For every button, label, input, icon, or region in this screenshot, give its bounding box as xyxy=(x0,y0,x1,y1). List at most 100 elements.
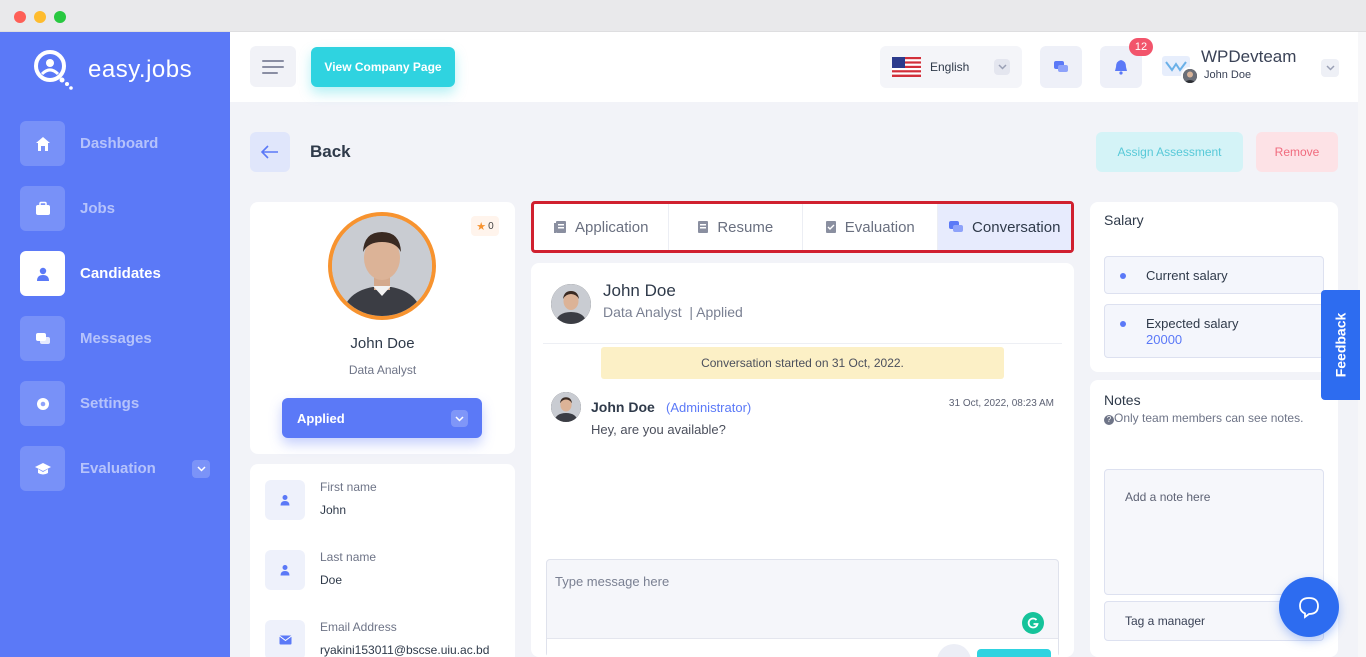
chat-icon xyxy=(20,316,65,361)
user-icon xyxy=(265,480,305,520)
messages-button[interactable] xyxy=(1040,46,1082,88)
tab-label: Conversation xyxy=(972,218,1061,236)
conversation-contact-name: John Doe xyxy=(603,281,676,300)
bullet-icon xyxy=(1120,273,1126,279)
salary-title: Salary xyxy=(1104,212,1144,228)
chevron-down-icon xyxy=(451,410,468,427)
grammarly-icon[interactable] xyxy=(1022,612,1044,634)
tab-label: Resume xyxy=(717,218,774,236)
maximize-window-button[interactable] xyxy=(54,11,66,23)
window-titlebar xyxy=(0,0,1366,32)
sidebar-item-label: Dashboard xyxy=(80,135,159,152)
message-author: John Doe xyxy=(591,399,655,415)
remove-button[interactable]: Remove xyxy=(1256,132,1338,172)
candidate-status-select[interactable]: Applied xyxy=(282,398,482,438)
app-window: easy.jobs Dashboard Jobs Candidates Mess xyxy=(0,0,1366,657)
user-menu-toggle[interactable] xyxy=(1321,59,1339,77)
message-text: Hey, are you available? xyxy=(591,422,726,437)
rating-badge[interactable]: ★ 0 xyxy=(471,216,499,236)
sidebar-item-label: Candidates xyxy=(80,265,161,282)
avatar xyxy=(551,392,581,422)
tab-application[interactable]: Application xyxy=(534,204,669,250)
chat-bubble-icon xyxy=(1299,597,1319,619)
notes-help-text: Only team members can see notes. xyxy=(1114,411,1304,425)
back-button[interactable] xyxy=(250,132,290,172)
candidate-role: Data Analyst xyxy=(348,363,417,377)
minimize-window-button[interactable] xyxy=(34,11,46,23)
note-input[interactable]: Add a note here xyxy=(1104,469,1324,595)
field-label: Last name xyxy=(320,550,377,564)
file-icon xyxy=(698,221,709,233)
avatar xyxy=(551,284,591,324)
sidebar-item-label: Evaluation xyxy=(80,460,156,477)
chat-icon xyxy=(949,221,964,232)
company-name: WPDevteam xyxy=(1201,47,1297,66)
divider xyxy=(543,343,1062,344)
chat-icon xyxy=(1054,60,1068,72)
chevron-down-icon xyxy=(1325,65,1335,71)
home-icon xyxy=(20,121,65,166)
star-icon: ★ xyxy=(476,220,487,233)
sidebar-item-label: Settings xyxy=(80,395,140,412)
tab-resume[interactable]: Resume xyxy=(669,204,803,250)
attach-button[interactable] xyxy=(937,644,971,657)
field-label: First name xyxy=(320,480,377,494)
candidate-profile-card: ★ 0 John Doe Data Analyst Applied xyxy=(250,202,515,454)
sidebar-item-settings[interactable]: Settings xyxy=(20,381,220,426)
field-value: ryakini153011@bscse.uiu.ac.bd xyxy=(320,643,490,657)
brand-logo[interactable]: easy.jobs xyxy=(32,48,192,92)
view-company-page-button[interactable]: View Company Page xyxy=(311,47,455,87)
feedback-tab[interactable]: Feedback xyxy=(1321,290,1360,400)
conversation-started-notice: Conversation started on 31 Oct, 2022. xyxy=(601,347,1004,379)
tab-conversation[interactable]: Conversation xyxy=(937,204,1071,250)
conversation-panel: John Doe Data Analyst | Applied Conversa… xyxy=(531,263,1074,657)
rating-value: 0 xyxy=(488,220,494,232)
bullet-icon xyxy=(1120,321,1126,327)
message-composer[interactable]: Type message here xyxy=(546,559,1059,657)
send-button[interactable] xyxy=(977,649,1051,657)
composer-toolbar xyxy=(547,638,1058,657)
brand-name: easy.jobs xyxy=(88,56,193,83)
avatar xyxy=(1181,67,1199,85)
tab-evaluation[interactable]: Evaluation xyxy=(803,204,938,250)
notes-title: Notes xyxy=(1104,392,1141,408)
contact-status: | Applied xyxy=(689,304,743,320)
chevron-down-icon xyxy=(994,59,1010,75)
candidate-tabs: Application Resume Evaluation Conversati… xyxy=(531,201,1074,253)
user-name: John Doe xyxy=(1204,69,1252,81)
graduation-cap-icon xyxy=(20,446,65,491)
document-icon xyxy=(554,221,567,233)
message-input[interactable]: Type message here xyxy=(555,574,669,589)
close-window-button[interactable] xyxy=(14,11,26,23)
user-icon xyxy=(265,550,305,590)
checklist-icon xyxy=(825,221,836,233)
chevron-down-icon[interactable] xyxy=(192,460,210,478)
assign-assessment-button[interactable]: Assign Assessment xyxy=(1096,132,1243,172)
envelope-icon xyxy=(265,620,305,657)
bell-icon xyxy=(1115,60,1127,75)
expected-salary-label: Expected salary xyxy=(1146,316,1239,331)
sidebar-item-jobs[interactable]: Jobs xyxy=(20,186,220,231)
note-placeholder: Add a note here xyxy=(1125,490,1211,504)
arrow-left-icon xyxy=(261,145,278,159)
current-salary-label: Current salary xyxy=(1146,268,1228,283)
sidebar-item-label: Messages xyxy=(80,330,152,347)
sidebar-item-evaluation[interactable]: Evaluation xyxy=(20,446,220,491)
tab-label: Application xyxy=(575,218,649,236)
sidebar-item-dashboard[interactable]: Dashboard xyxy=(20,121,220,166)
current-salary-box: Current salary xyxy=(1104,256,1324,294)
candidate-details-card: First name John Last name Doe Email Addr… xyxy=(250,464,515,657)
feedback-label: Feedback xyxy=(1332,312,1349,378)
expected-salary-box: Expected salary 20000 xyxy=(1104,304,1324,358)
chat-support-button[interactable] xyxy=(1279,577,1339,637)
menu-toggle-button[interactable] xyxy=(250,46,296,87)
field-email: Email Address ryakini153011@bscse.uiu.ac… xyxy=(265,620,505,657)
sidebar-item-candidates[interactable]: Candidates xyxy=(20,251,220,296)
field-last-name: Last name Doe xyxy=(265,550,505,600)
language-select[interactable]: English xyxy=(880,46,1022,88)
field-value: John xyxy=(320,503,347,517)
sidebar-item-messages[interactable]: Messages xyxy=(20,316,220,361)
status-value: Applied xyxy=(297,410,345,426)
field-value: Doe xyxy=(320,573,343,587)
notes-help: ? Only team members can see notes. xyxy=(1104,410,1319,426)
